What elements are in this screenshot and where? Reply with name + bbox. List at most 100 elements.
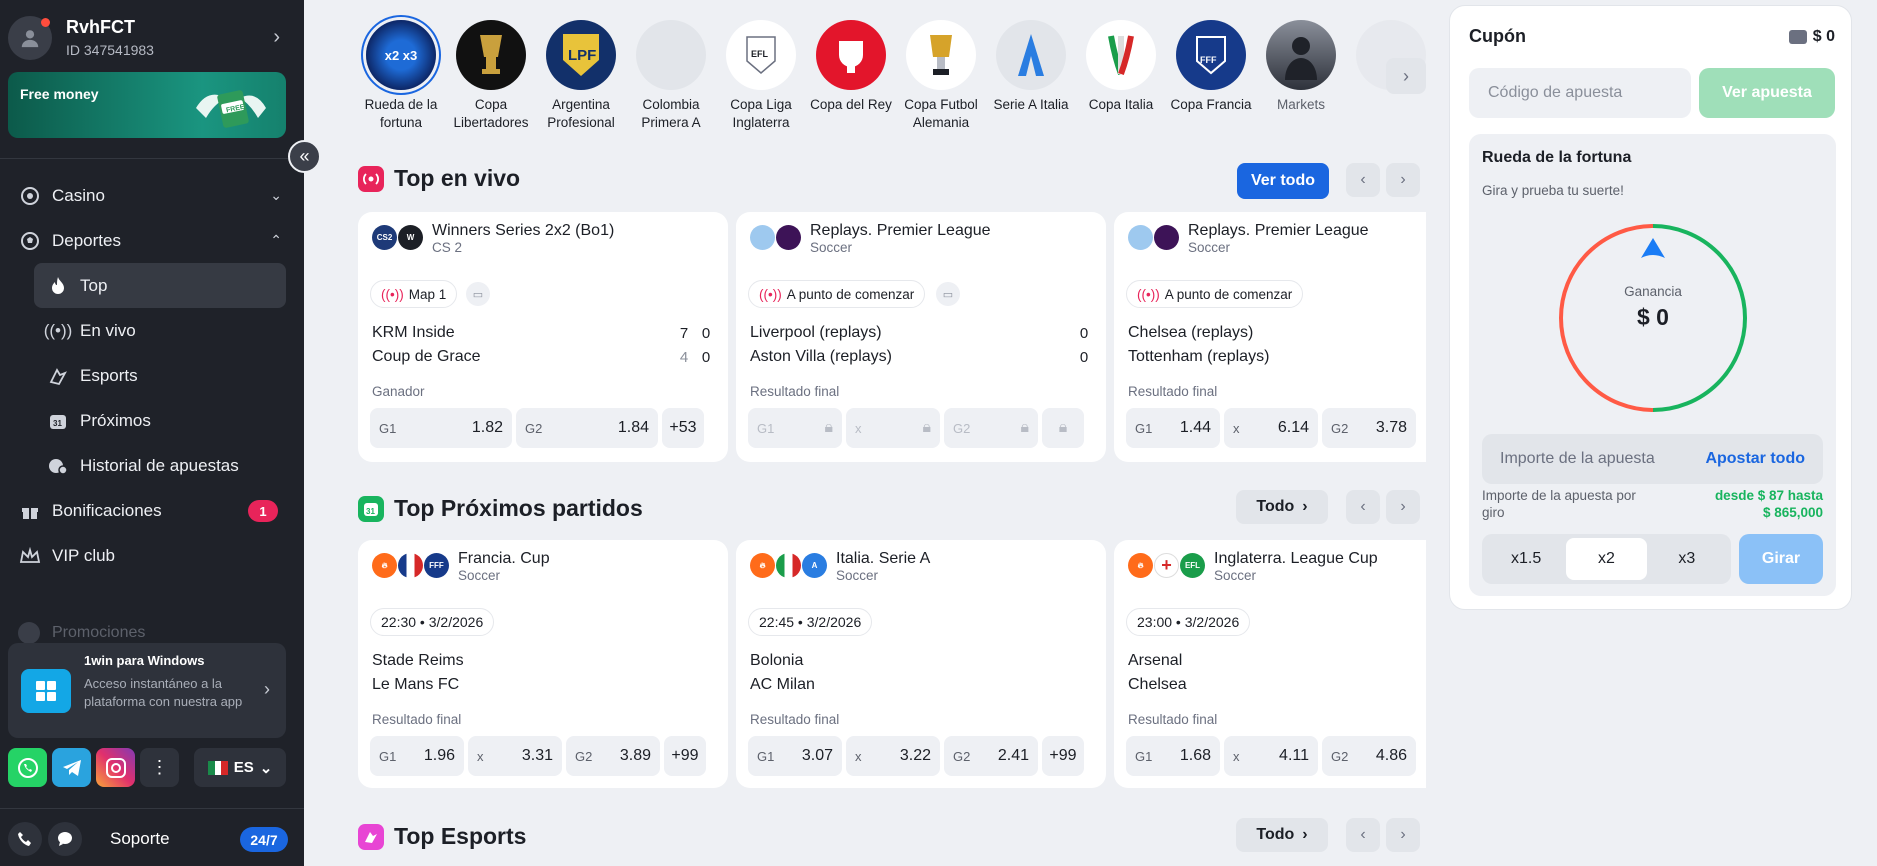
odd-button[interactable]: x 3.31 xyxy=(468,736,562,776)
category-libertadores[interactable]: Copa Libertadores xyxy=(446,14,536,140)
windows-logo-icon xyxy=(21,669,71,713)
category-markets[interactable]: Markets xyxy=(1256,14,1346,140)
odd-button[interactable]: x 4.11 xyxy=(1224,736,1318,776)
odd-value: 6.14 xyxy=(1277,419,1309,436)
sidebar-item-deportes[interactable]: Deportes ⌃ xyxy=(0,218,304,263)
user-profile[interactable]: RvhFCT ID 347541983 › xyxy=(8,12,288,64)
sidebar-item-en-vivo[interactable]: ((•)) En vivo xyxy=(34,308,286,353)
chevron-right-icon[interactable]: › xyxy=(273,26,280,49)
support-label[interactable]: Soporte xyxy=(110,829,170,849)
next-page-button[interactable]: › xyxy=(1386,490,1420,524)
category-serie-a[interactable]: Serie A Italia xyxy=(986,14,1076,140)
category-copa-rey[interactable]: Copa del Rey xyxy=(806,14,896,140)
todo-button[interactable]: Todo › xyxy=(1236,490,1328,524)
sport-label: Soccer xyxy=(810,240,853,256)
tv-icon[interactable]: ▭ xyxy=(936,282,960,306)
category-copa-italia[interactable]: Copa Italia xyxy=(1076,14,1166,140)
sidebar-item-top[interactable]: Top xyxy=(34,263,286,308)
todo-button[interactable]: Todo › xyxy=(1236,818,1328,852)
tv-icon[interactable]: ▭ xyxy=(466,282,490,306)
bet-code-input[interactable] xyxy=(1469,68,1691,118)
telegram-icon[interactable] xyxy=(52,748,91,787)
next-page-button[interactable]: › xyxy=(1386,818,1420,852)
category-efl-cup[interactable]: EFL Copa Liga Inglaterra xyxy=(716,14,806,140)
sidebar-item-bonificaciones[interactable]: Bonificaciones 1 xyxy=(0,488,304,533)
next-page-button[interactable]: › xyxy=(1386,163,1420,197)
phone-icon[interactable] xyxy=(8,822,42,856)
sport-label: Soccer xyxy=(458,568,501,584)
ver-todo-button[interactable]: Ver todo xyxy=(1237,163,1329,199)
per-spin-label: Importe de la apuesta por giro xyxy=(1482,488,1636,520)
category-argentina[interactable]: LPF Argentina Profesional xyxy=(536,14,626,140)
odd-button[interactable]: G2 2.41 xyxy=(944,736,1038,776)
odd-button[interactable]: G1 1.68 xyxy=(1126,736,1220,776)
sidebar-item-vip[interactable]: VIP club xyxy=(0,533,304,578)
collapse-sidebar-button[interactable]: « xyxy=(288,140,321,173)
whatsapp-icon[interactable] xyxy=(8,748,47,787)
fortune-wheel[interactable]: Ganancia $ 0 xyxy=(1557,222,1749,414)
divider xyxy=(0,158,304,159)
apostar-todo-button[interactable]: Apostar todo xyxy=(1705,450,1805,468)
free-money-banner[interactable]: Free money FREE xyxy=(8,72,286,138)
sidebar-item-esports[interactable]: Esports xyxy=(34,353,286,398)
girar-button[interactable]: Girar xyxy=(1739,534,1823,584)
more-markets-button[interactable]: +53 xyxy=(662,408,704,448)
language-selector[interactable]: ES ⌄ xyxy=(194,748,286,787)
prev-page-button[interactable]: ‹ xyxy=(1346,818,1380,852)
category-dfb-pokal[interactable]: Copa Futbol Alemania xyxy=(896,14,986,140)
sidebar-item-casino[interactable]: Casino ⌄ xyxy=(0,173,304,218)
chat-icon[interactable] xyxy=(48,822,82,856)
odd-value: 4.11 xyxy=(1279,747,1309,764)
odd-button[interactable]: G1 1.96 xyxy=(370,736,464,776)
odd-button[interactable]: G2 3.78 xyxy=(1322,408,1416,448)
match-time: 22:30 xyxy=(381,614,417,630)
market-label: Resultado final xyxy=(372,712,462,727)
sidebar-item-proximos[interactable]: 31 Próximos xyxy=(34,398,286,443)
sidebar-item-historial[interactable]: Historial de apuestas xyxy=(34,443,286,488)
more-markets-button[interactable]: +99 xyxy=(664,736,706,776)
category-copa-francia[interactable]: FFF Copa Francia xyxy=(1166,14,1256,140)
multiplier-option[interactable]: x1.5 xyxy=(1486,538,1566,580)
score: 0 xyxy=(701,325,711,342)
multiplier-option-selected[interactable]: x2 xyxy=(1566,538,1647,580)
odd-button[interactable]: x 3.22 xyxy=(846,736,940,776)
odd-button[interactable]: G2 3.89 xyxy=(566,736,660,776)
odd-button[interactable]: G2 4.86 xyxy=(1322,736,1416,776)
odd-button[interactable]: x 6.14 xyxy=(1224,408,1318,448)
live-match-card[interactable]: Replays. Premier League Soccer ((•)) A pun… xyxy=(736,212,1106,462)
prev-page-button[interactable]: ‹ xyxy=(1346,490,1380,524)
category-rueda[interactable]: x2 x3 Rueda de la fortuna xyxy=(356,14,446,140)
instagram-icon[interactable] xyxy=(96,748,135,787)
upcoming-match-card[interactable]: 🔥︎ A Italia. Serie A Soccer 22:45 • 3/2/20… xyxy=(736,540,1106,788)
odd-button[interactable]: G1 3.07 xyxy=(748,736,842,776)
league-title: Inglaterra. League Cup xyxy=(1214,550,1378,567)
england-flag-icon: + xyxy=(1154,553,1179,578)
live-match-card[interactable]: CS2 W Winners Series 2x2 (Bo1) CS 2 ((•)) M… xyxy=(358,212,728,462)
chevron-down-icon: ⌄ xyxy=(270,187,282,203)
more-markets-button[interactable]: +99 xyxy=(1042,736,1084,776)
ver-apuesta-button[interactable]: Ver apuesta xyxy=(1699,68,1835,118)
carousel-next-button[interactable]: › xyxy=(1386,58,1426,94)
fire-icon: 🔥︎ xyxy=(372,553,397,578)
live-match-card[interactable]: Replays. Premier League Soccer ((•)) A pun… xyxy=(1114,212,1426,462)
odd-key: G1 xyxy=(379,748,397,764)
odd-button[interactable]: G2 1.84 xyxy=(516,408,658,448)
divider xyxy=(0,808,304,809)
odd-button[interactable]: G1 1.82 xyxy=(370,408,512,448)
upcoming-match-card[interactable]: 🔥︎ FFF Francia. Cup Soccer 22:30 • 3/2/202… xyxy=(358,540,728,788)
odd-value: 4.86 xyxy=(1375,747,1407,764)
windows-app-promo[interactable]: 1win para Windows Acceso instantáneo a l… xyxy=(8,643,286,738)
multiplier-option[interactable]: x3 xyxy=(1647,538,1727,580)
wheel-title: Rueda de la fortuna xyxy=(1482,149,1632,166)
category-colombia[interactable]: Colombia Primera A xyxy=(626,14,716,140)
odd-value: 1.96 xyxy=(423,747,455,764)
sidebar-item-promociones[interactable]: Promociones xyxy=(18,622,145,644)
odd-button[interactable]: G1 1.44 xyxy=(1126,408,1220,448)
score: 7 xyxy=(679,325,689,342)
avatar[interactable] xyxy=(8,16,52,60)
bet-amount-field[interactable]: Importe de la apuesta Apostar todo xyxy=(1482,434,1823,484)
prev-page-button[interactable]: ‹ xyxy=(1346,163,1380,197)
odd-key: G2 xyxy=(1331,748,1349,764)
more-icon[interactable]: ⋮ xyxy=(140,748,179,787)
upcoming-match-card[interactable]: 🔥︎ + EFL Inglaterra. League Cup Soccer 23:0… xyxy=(1114,540,1426,788)
